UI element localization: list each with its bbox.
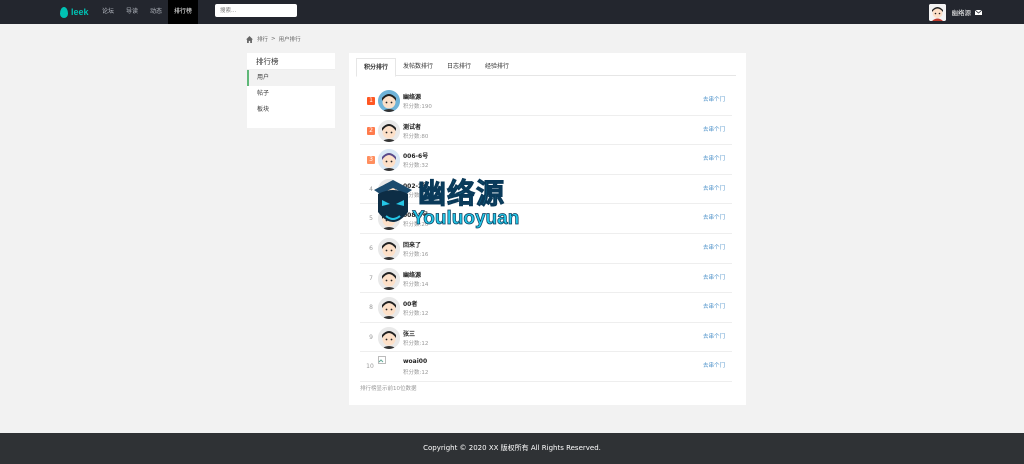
user-avatar[interactable] <box>378 237 400 260</box>
sidebar-item-boards[interactable]: 板块 <box>247 102 335 118</box>
watermark-logo-icon <box>374 180 412 222</box>
rank-number: 9 <box>369 333 373 341</box>
tab-posts[interactable]: 发帖数排行 <box>396 58 440 76</box>
tab-points[interactable]: 积分排行 <box>356 58 397 77</box>
user-name-link[interactable]: 00者 <box>403 299 417 308</box>
search-input[interactable] <box>215 4 297 17</box>
ranking-row: 9 张三积分数:12 去串个门 <box>360 323 732 353</box>
user-avatar[interactable] <box>378 356 400 378</box>
rank-number: 10 <box>366 363 374 371</box>
ranking-row: 3 006-6号 积分数:32 去串个门 <box>360 145 732 175</box>
rank-number: 1 <box>367 97 375 105</box>
main-nav: 论坛 导读 动态 排行榜 <box>96 0 199 24</box>
user-avatar[interactable] <box>378 267 400 290</box>
nav-guide[interactable]: 导读 <box>120 0 144 24</box>
user-score: 积分数:16 <box>403 251 429 258</box>
user-score: 积分数:32 <box>403 163 429 170</box>
visit-user-link[interactable]: 去串个门 <box>703 361 725 369</box>
breadcrumb-rank[interactable]: 排行 <box>257 35 268 43</box>
user-avatar[interactable] <box>378 90 400 112</box>
nav-leaderboard[interactable]: 排行榜 <box>168 0 199 24</box>
user-name-link[interactable]: 006-6号 <box>403 151 428 160</box>
rank-number: 7 <box>369 274 373 282</box>
user-name-link[interactable]: 张三 <box>403 329 415 338</box>
broken-image-icon <box>378 356 386 365</box>
user-name-link[interactable]: 幽络源 <box>403 92 421 101</box>
ranking-row: 1 幽络源积分数:190 去串个门 <box>360 86 732 116</box>
rank-number: 6 <box>369 244 373 252</box>
breadcrumb-sep: > <box>271 36 276 42</box>
breadcrumb: 排行 > 用户排行 <box>246 34 301 44</box>
user-score: 积分数:12 <box>403 370 429 377</box>
ranking-footnote: 排行榜显示前10位数据 <box>360 386 417 392</box>
sidebar-item-posts[interactable]: 帖子 <box>247 86 335 102</box>
watermark-cn: 幽络源 <box>417 177 506 211</box>
user-avatar[interactable] <box>378 326 400 349</box>
ranking-row: 7 幽络源积分数:14 去串个门 <box>360 264 732 294</box>
visit-user-link[interactable]: 去串个门 <box>703 273 725 281</box>
visit-user-link[interactable]: 去串个门 <box>703 95 725 103</box>
user-score: 积分数:80 <box>403 133 429 140</box>
user-score: 积分数:14 <box>403 281 429 288</box>
sidebar-title: 排行榜 <box>247 53 335 70</box>
user-score: 积分数:190 <box>403 104 432 110</box>
rank-number: 8 <box>369 304 373 312</box>
tab-logs[interactable]: 日志排行 <box>440 58 478 76</box>
mail-icon[interactable] <box>975 9 982 15</box>
home-icon[interactable] <box>246 35 253 43</box>
leaf-icon <box>60 6 68 18</box>
watermark: 幽络源 Youluoyuan <box>368 172 538 234</box>
visit-user-link[interactable]: 去串个门 <box>703 213 725 221</box>
user-avatar[interactable] <box>928 3 946 21</box>
visit-user-link[interactable]: 去串个门 <box>703 243 725 251</box>
user-menu[interactable]: 幽络源 <box>928 2 982 22</box>
site-logo[interactable]: leek <box>60 5 89 19</box>
ranking-row: 6 回来了积分数:16 去串个门 <box>360 234 732 264</box>
user-name-link[interactable]: 幽络源 <box>403 270 421 279</box>
visit-user-link[interactable]: 去串个门 <box>703 154 725 162</box>
ranking-row: 8 00者积分数:12 去串个门 <box>360 293 732 323</box>
user-avatar[interactable] <box>378 119 400 142</box>
site-footer: Copyright © 2020 XX 版权所有 All Rights Rese… <box>0 433 1024 464</box>
ranking-row: 10 woai00 积分数:12 去串个门 <box>360 352 732 382</box>
user-avatar[interactable] <box>378 149 400 172</box>
visit-user-link[interactable]: 去串个门 <box>703 125 725 133</box>
top-navbar: leek 论坛 导读 动态 排行榜 幽络源 <box>0 0 1024 24</box>
user-avatar[interactable] <box>378 297 400 320</box>
nav-forum[interactable]: 论坛 <box>96 0 120 24</box>
user-score: 积分数:12 <box>403 340 429 347</box>
sidebar-item-users[interactable]: 用户 <box>247 70 335 86</box>
breadcrumb-current: 用户排行 <box>278 37 301 43</box>
visit-user-link[interactable]: 去串个门 <box>703 332 725 340</box>
rank-number: 2 <box>367 126 375 135</box>
user-name-link[interactable]: woai00 <box>403 358 427 365</box>
user-score: 积分数:12 <box>403 311 429 318</box>
visit-user-link[interactable]: 去串个门 <box>703 302 725 310</box>
user-name-link[interactable]: 测试者 <box>403 122 421 131</box>
ranking-row: 2 测试者积分数:80 去串个门 <box>360 116 732 146</box>
tab-experience[interactable]: 经验排行 <box>478 58 516 76</box>
rank-number: 3 <box>367 156 375 165</box>
watermark-en: Youluoyuan <box>412 208 520 230</box>
user-name[interactable]: 幽络源 <box>952 7 972 17</box>
user-name-link[interactable]: 回来了 <box>403 240 421 249</box>
leaderboard-sidebar: 排行榜 用户 帖子 板块 <box>247 53 335 128</box>
nav-activity[interactable]: 动态 <box>144 0 168 24</box>
ranking-tabs: 积分排行 发帖数排行 日志排行 经验排行 <box>356 58 736 77</box>
logo-text: leek <box>71 7 89 17</box>
visit-user-link[interactable]: 去串个门 <box>703 184 725 192</box>
